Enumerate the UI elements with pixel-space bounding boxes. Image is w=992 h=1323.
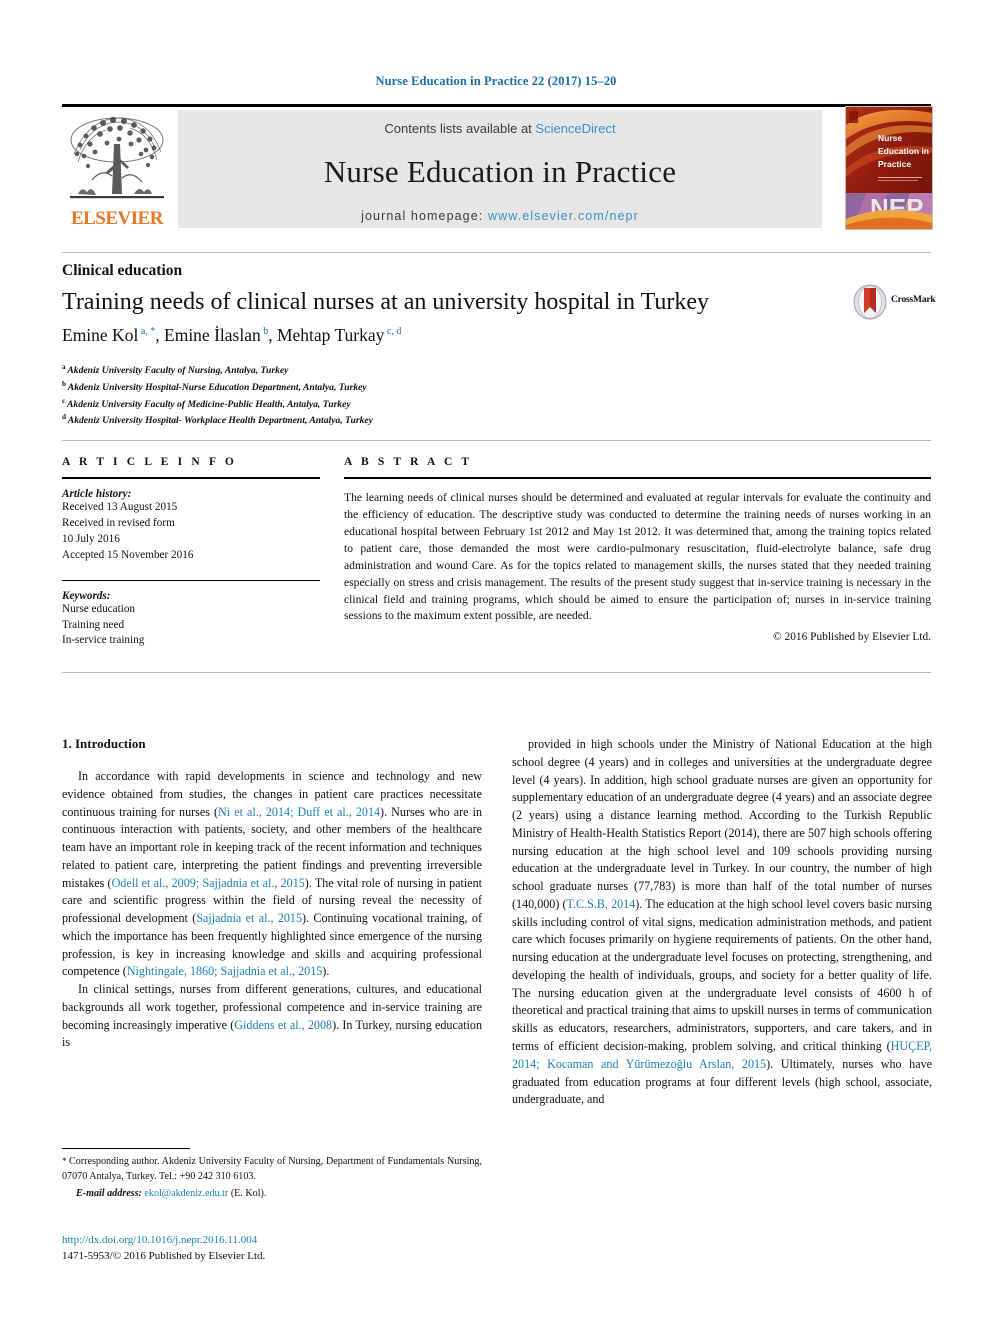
article-history-lines: Received 13 August 2015 Received in revis… (62, 500, 320, 564)
affiliation-text: Akdeniz University Hospital- Workplace H… (67, 415, 373, 427)
crossmark-icon (853, 284, 887, 320)
doi-link[interactable]: http://dx.doi.org/10.1016/j.nepr.2016.11… (62, 1233, 492, 1249)
abstract-text: The learning needs of clinical nurses sh… (344, 491, 931, 623)
homepage-url-link[interactable]: www.elsevier.com/nepr (488, 209, 639, 223)
article-info-heading-rule (62, 477, 320, 479)
keyword-item: Nurse education (62, 602, 136, 615)
citation-link[interactable]: Ni et al., 2014; Duff et al., 2014 (218, 805, 380, 819)
affiliation-list: a Akdeniz University Faculty of Nursing,… (62, 362, 662, 429)
abstract-heading-rule (344, 477, 931, 479)
elsevier-wordmark: ELSEVIER (70, 208, 164, 229)
keywords-label: Keywords: (62, 589, 111, 602)
email-suffix: (E. Kol). (230, 1188, 267, 1200)
citation-link[interactable]: Giddens et al., 2008 (234, 1018, 332, 1032)
page-title: Training needs of clinical nurses at an … (62, 289, 710, 315)
email-label: E-mail address: (76, 1188, 142, 1200)
corresponding-author-note: * Corresponding author. Akdeniz Universi… (62, 1154, 482, 1201)
info-bottom-rule (62, 672, 931, 673)
author-name: Emine Kol (62, 325, 139, 345)
email-link[interactable]: ekol@akdeniz.edu.tr (144, 1188, 228, 1199)
right-paragraphs: provided in high schools under the Minis… (512, 736, 932, 1109)
body-column-left: 1. Introduction In accordance with rapid… (62, 736, 482, 1052)
affiliation-text: Akdeniz University Hospital-Nurse Educat… (67, 381, 367, 393)
left-paragraphs: In accordance with rapid developments in… (62, 768, 482, 1052)
journal-homepage-line: journal homepage: www.elsevier.com/nepr (178, 209, 822, 223)
author-separator: , (268, 325, 277, 345)
citation-link[interactable]: Odell et al., 2009; Sajjadnia et al., 20… (112, 876, 305, 890)
crossmark-label: CrossMark (891, 295, 936, 305)
body-column-right: provided in high schools under the Minis… (512, 736, 932, 1109)
article-info-column: A R T I C L E I N F O Article history: R… (62, 456, 320, 649)
affiliation-item: b Akdeniz University Hospital-Nurse Educ… (62, 379, 662, 396)
info-top-rule (62, 440, 931, 441)
body-paragraph: provided in high schools under the Minis… (512, 736, 932, 1109)
sciencedirect-link[interactable]: ScienceDirect (535, 121, 615, 136)
citation-link[interactable]: Nightingale, 1860; Sajjadnia et al., 201… (127, 964, 322, 978)
body-text-run: ). The education at the high school leve… (512, 896, 932, 1054)
svg-text:Practice: Practice (878, 159, 911, 169)
affiliation-item: a Akdeniz University Faculty of Nursing,… (62, 362, 662, 379)
article-history-label: Article history: (62, 488, 132, 500)
email-line: E-mail address: ekol@akdeniz.edu.tr (E. … (62, 1186, 482, 1201)
abstract-heading: A B S T R A C T (344, 456, 473, 468)
author-separator: , (155, 325, 165, 345)
paper-page: Nurse Education in Practice 22 (2017) 15… (0, 0, 992, 1323)
author-name: Mehtap Turkay (276, 325, 385, 345)
affiliation-text: Akdeniz University Faculty of Medicine-P… (67, 398, 351, 410)
journal-cover-art: Nurse Education in Practice NEP (846, 107, 932, 229)
keywords-lines: Nurse education Training need In-service t… (62, 602, 320, 650)
contents-prefix: Contents lists available at (384, 121, 536, 136)
keywords-divider (62, 579, 320, 581)
footnote-divider (62, 1148, 190, 1149)
author-list: Emine Kol a, *, Emine İlaslan b, Mehtap … (62, 325, 862, 346)
article-history-line: Received 13 August 2015 (62, 501, 178, 513)
title-top-rule (62, 252, 931, 253)
citation-link[interactable]: Sajjadnia et al., 2015 (196, 911, 302, 925)
keyword-item: Training need (62, 618, 125, 631)
corresponding-author-text: Corresponding author. Akdeniz University… (62, 1156, 482, 1183)
author-affiliation-mark: a, * (138, 326, 156, 338)
author-name: Emine İlaslan (164, 325, 261, 345)
abstract-copyright: © 2016 Published by Elsevier Ltd. (773, 631, 931, 644)
affiliation-text: Akdeniz University Faculty of Nursing, A… (67, 365, 289, 377)
affiliation-item: d Akdeniz University Hospital- Workplace… (62, 412, 662, 429)
article-history-line: Accepted 15 November 2016 (62, 548, 194, 561)
body-paragraph: In clinical settings, nurses from differ… (62, 981, 482, 1052)
article-section-label: Clinical education (62, 262, 183, 279)
article-history-line: Received in revised form (62, 516, 175, 529)
body-text-run: ). (322, 964, 330, 979)
keyword-item: In-service training (62, 634, 145, 647)
doi-block: http://dx.doi.org/10.1016/j.nepr.2016.11… (62, 1233, 492, 1265)
affiliation-item: c Akdeniz University Faculty of Medicine… (62, 396, 662, 413)
elsevier-logo: ELSEVIER (62, 110, 172, 228)
svg-text:Nurse: Nurse (878, 133, 902, 143)
abstract-column: A B S T R A C T The learning needs of cl… (344, 456, 931, 643)
masthead-center-band: Contents lists available at ScienceDirec… (178, 110, 822, 228)
contents-available-line: Contents lists available at ScienceDirec… (178, 121, 822, 136)
elsevier-tree-icon (70, 116, 164, 199)
article-info-heading: A R T I C L E I N F O (62, 456, 237, 468)
svg-text:Education in: Education in (878, 146, 929, 156)
masthead-top-rule (62, 104, 931, 107)
running-head: Nurse Education in Practice 22 (2017) 15… (375, 74, 617, 88)
body-paragraph: In accordance with rapid developments in… (62, 768, 482, 981)
journal-title: Nurse Education in Practice (323, 154, 677, 189)
footnote-star-icon: * (62, 1156, 69, 1166)
journal-masthead: ELSEVIER Contents lists available at Sci… (62, 104, 933, 230)
issn-copyright-line: 1471-5953/© 2016 Published by Elsevier L… (62, 1249, 266, 1262)
author-affiliation-mark: c, d (384, 326, 402, 338)
crossmark-badge[interactable]: CrossMark (851, 283, 936, 321)
body-text-run: provided in high schools under the Minis… (512, 737, 932, 911)
journal-cover-thumbnail[interactable]: Nurse Education in Practice NEP (845, 106, 933, 230)
introduction-heading: 1. Introduction (62, 736, 146, 751)
homepage-prefix: journal homepage: (361, 209, 488, 223)
citation-link[interactable]: T.C.S.B, 2014 (567, 897, 636, 911)
article-history-line: 10 July 2016 (62, 532, 120, 545)
